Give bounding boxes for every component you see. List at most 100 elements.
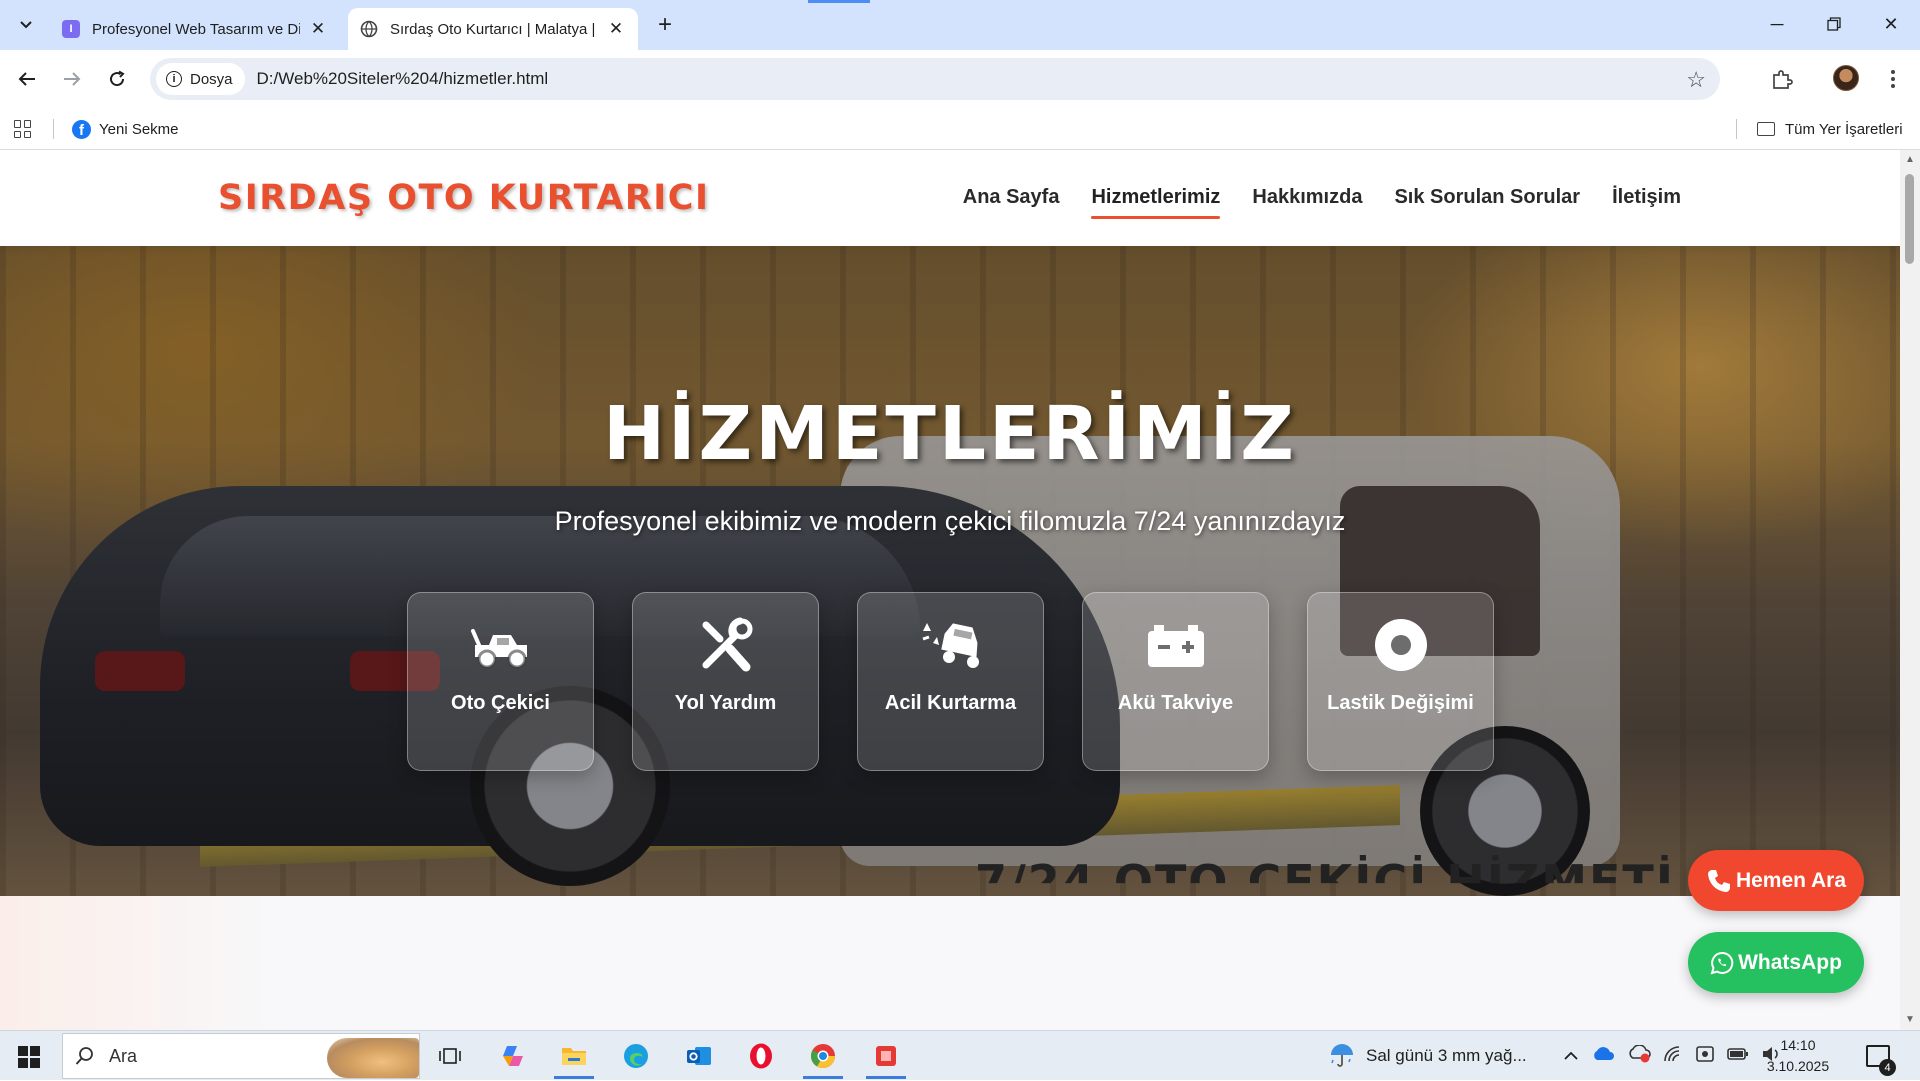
service-card-lastik-degisimi[interactable]: Lastik Değişimi: [1307, 592, 1494, 771]
site-info-chip[interactable]: i Dosya: [156, 63, 245, 95]
red-app-icon: [876, 1046, 896, 1066]
all-bookmarks-button[interactable]: Tüm Yer İşaretleri: [1757, 117, 1903, 141]
whatsapp-button[interactable]: WhatsApp: [1688, 932, 1864, 993]
scroll-up-icon[interactable]: ▲: [1904, 154, 1916, 165]
back-button[interactable]: [12, 64, 42, 94]
call-now-button[interactable]: Hemen Ara: [1688, 850, 1864, 911]
nav-iletisim[interactable]: İletişim: [1612, 186, 1681, 219]
taskbar-chrome[interactable]: [801, 1037, 845, 1079]
copilot-icon: [503, 1046, 523, 1066]
bookmarks-divider: [1736, 119, 1737, 139]
services-section: [0, 896, 1900, 1030]
taskbar-file-explorer[interactable]: [552, 1037, 596, 1079]
service-card-label: Acil Kurtarma: [884, 692, 1017, 714]
apps-grid-icon[interactable]: [14, 120, 32, 138]
service-cards: Oto Çekici Yol Yardım Acil Kurtarma Akü …: [407, 592, 1494, 771]
bookmark-label: Yeni Sekme: [99, 120, 179, 138]
taskbar-opera[interactable]: [739, 1037, 783, 1075]
close-tab-icon[interactable]: ✕: [308, 19, 328, 39]
service-card-aku-takviye[interactable]: Akü Takviye: [1082, 592, 1269, 771]
profile-avatar[interactable]: [1833, 65, 1859, 91]
restore-button[interactable]: [1811, 8, 1857, 40]
wifi-icon[interactable]: [1663, 1045, 1683, 1068]
tools-icon: [702, 617, 752, 672]
tow-truck-icon: [470, 629, 527, 669]
whatsapp-icon: [1710, 951, 1734, 974]
site-header: SIRDAŞ OTO KURTARICI Ana Sayfa Hizmetler…: [0, 150, 1900, 246]
page-scrollbar[interactable]: ▲ ▼: [1900, 150, 1920, 1030]
task-view-icon: [439, 1048, 461, 1064]
service-card-label: Lastik Değişimi: [1327, 692, 1474, 714]
bookmarks-bar: f Yeni Sekme Tüm Yer İşaretleri: [0, 108, 1920, 150]
hero-subtitle: Profesyonel ekibimiz ve modern çekici fi…: [554, 506, 1346, 536]
task-view-button[interactable]: [428, 1037, 472, 1075]
outlook-icon: [687, 1047, 711, 1065]
taskbar-copilot[interactable]: [491, 1037, 535, 1075]
folder-icon: [562, 1048, 586, 1065]
clock-date: 3.10.2025: [1766, 1058, 1830, 1074]
taskbar-outlook[interactable]: [677, 1037, 721, 1075]
close-tab-icon[interactable]: ✕: [606, 19, 626, 39]
scroll-down-icon[interactable]: ▼: [1904, 1014, 1916, 1025]
facebook-icon: f: [72, 119, 91, 139]
battery-icon[interactable]: [1727, 1046, 1749, 1066]
search-highlight-image: [327, 1038, 419, 1078]
url-text[interactable]: D:/Web%20Siteler%204/hizmetler.html: [257, 69, 549, 89]
arrow-right-icon: [64, 72, 81, 86]
info-icon: i: [166, 71, 182, 87]
bookmark-yeni-sekme[interactable]: f Yeni Sekme: [72, 117, 179, 141]
service-card-label: Yol Yardım: [674, 692, 777, 714]
browser-tab-bar: I Profesyonel Web Tasarım ve Dij ✕ Sırda…: [0, 0, 1920, 50]
browser-menu-button[interactable]: [1878, 64, 1908, 94]
site-logo[interactable]: SIRDAŞ OTO KURTARICI: [218, 178, 710, 218]
taskbar-edge[interactable]: [614, 1037, 658, 1075]
opera-icon: [750, 1043, 772, 1069]
main-nav: Ana Sayfa Hizmetlerimiz Hakkımızda Sık S…: [963, 186, 1681, 219]
all-bookmarks-label: Tüm Yer İşaretleri: [1785, 120, 1903, 138]
hero-title: HİZMETLERİMİZ: [603, 391, 1297, 477]
chevron-down-icon: [20, 21, 32, 29]
car-battery-icon: [1147, 625, 1204, 667]
scrollbar-thumb[interactable]: [1905, 174, 1914, 264]
cloud-sync-error-icon[interactable]: [1627, 1043, 1651, 1068]
tab-sirdas-oto[interactable]: Sırdaş Oto Kurtarıcı | Malatya | 7 ✕: [348, 8, 638, 50]
tab-search-button[interactable]: [12, 11, 40, 39]
screen-capture-icon[interactable]: [1695, 1045, 1715, 1068]
reload-button[interactable]: [102, 64, 132, 94]
arrow-left-icon: [18, 72, 35, 86]
bookmark-star-icon[interactable]: ☆: [1686, 67, 1706, 93]
hero-section: HİZMETLERİMİZ Profesyonel ekibimiz ve mo…: [0, 246, 1900, 896]
browser-toolbar: i Dosya D:/Web%20Siteler%204/hizmetler.h…: [0, 50, 1920, 108]
service-card-acil-kurtarma[interactable]: Acil Kurtarma: [857, 592, 1044, 771]
taskbar-search-box[interactable]: Ara: [62, 1033, 420, 1079]
rain-umbrella-icon: [1331, 1044, 1353, 1067]
service-card-yol-yardim[interactable]: Yol Yardım: [632, 592, 819, 771]
restore-icon: [1827, 17, 1841, 31]
car-crash-icon: [922, 623, 979, 668]
onedrive-cloud-icon[interactable]: [1591, 1046, 1615, 1067]
nav-hizmetlerimiz[interactable]: Hizmetlerimiz: [1091, 186, 1220, 219]
nav-hakkimizda[interactable]: Hakkımızda: [1252, 186, 1362, 219]
extensions-button[interactable]: [1767, 64, 1797, 94]
folder-icon: [1757, 122, 1775, 136]
weather-widget[interactable]: Sal günü 3 mm yağ...: [1328, 1031, 1527, 1081]
system-tray: [1563, 1031, 1781, 1081]
close-window-button[interactable]: ✕: [1868, 8, 1914, 40]
edge-icon: [624, 1044, 648, 1068]
nav-sss[interactable]: Sık Sorulan Sorular: [1394, 186, 1580, 219]
taskbar-clock[interactable]: 14:10 3.10.2025: [1762, 1035, 1834, 1077]
address-bar[interactable]: i Dosya D:/Web%20Siteler%204/hizmetler.h…: [150, 58, 1720, 100]
forward-button[interactable]: [57, 64, 87, 94]
service-card-oto-cekici[interactable]: Oto Çekici: [407, 592, 594, 771]
taskbar-red-app[interactable]: [864, 1037, 908, 1079]
chevron-up-icon[interactable]: [1563, 1046, 1579, 1066]
nav-ana-sayfa[interactable]: Ana Sayfa: [963, 186, 1060, 219]
minimize-button[interactable]: ─: [1754, 8, 1800, 40]
new-tab-button[interactable]: +: [652, 11, 678, 38]
weather-text: Sal günü 3 mm yağ...: [1366, 1046, 1527, 1065]
site-chip-label: Dosya: [190, 70, 233, 88]
tab-profesyonel-web[interactable]: I Profesyonel Web Tasarım ve Dij ✕: [50, 8, 340, 50]
windows-start-icon[interactable]: [18, 1046, 40, 1068]
tab-title: Profesyonel Web Tasarım ve Dij: [92, 20, 300, 38]
phone-icon: [1707, 869, 1730, 892]
